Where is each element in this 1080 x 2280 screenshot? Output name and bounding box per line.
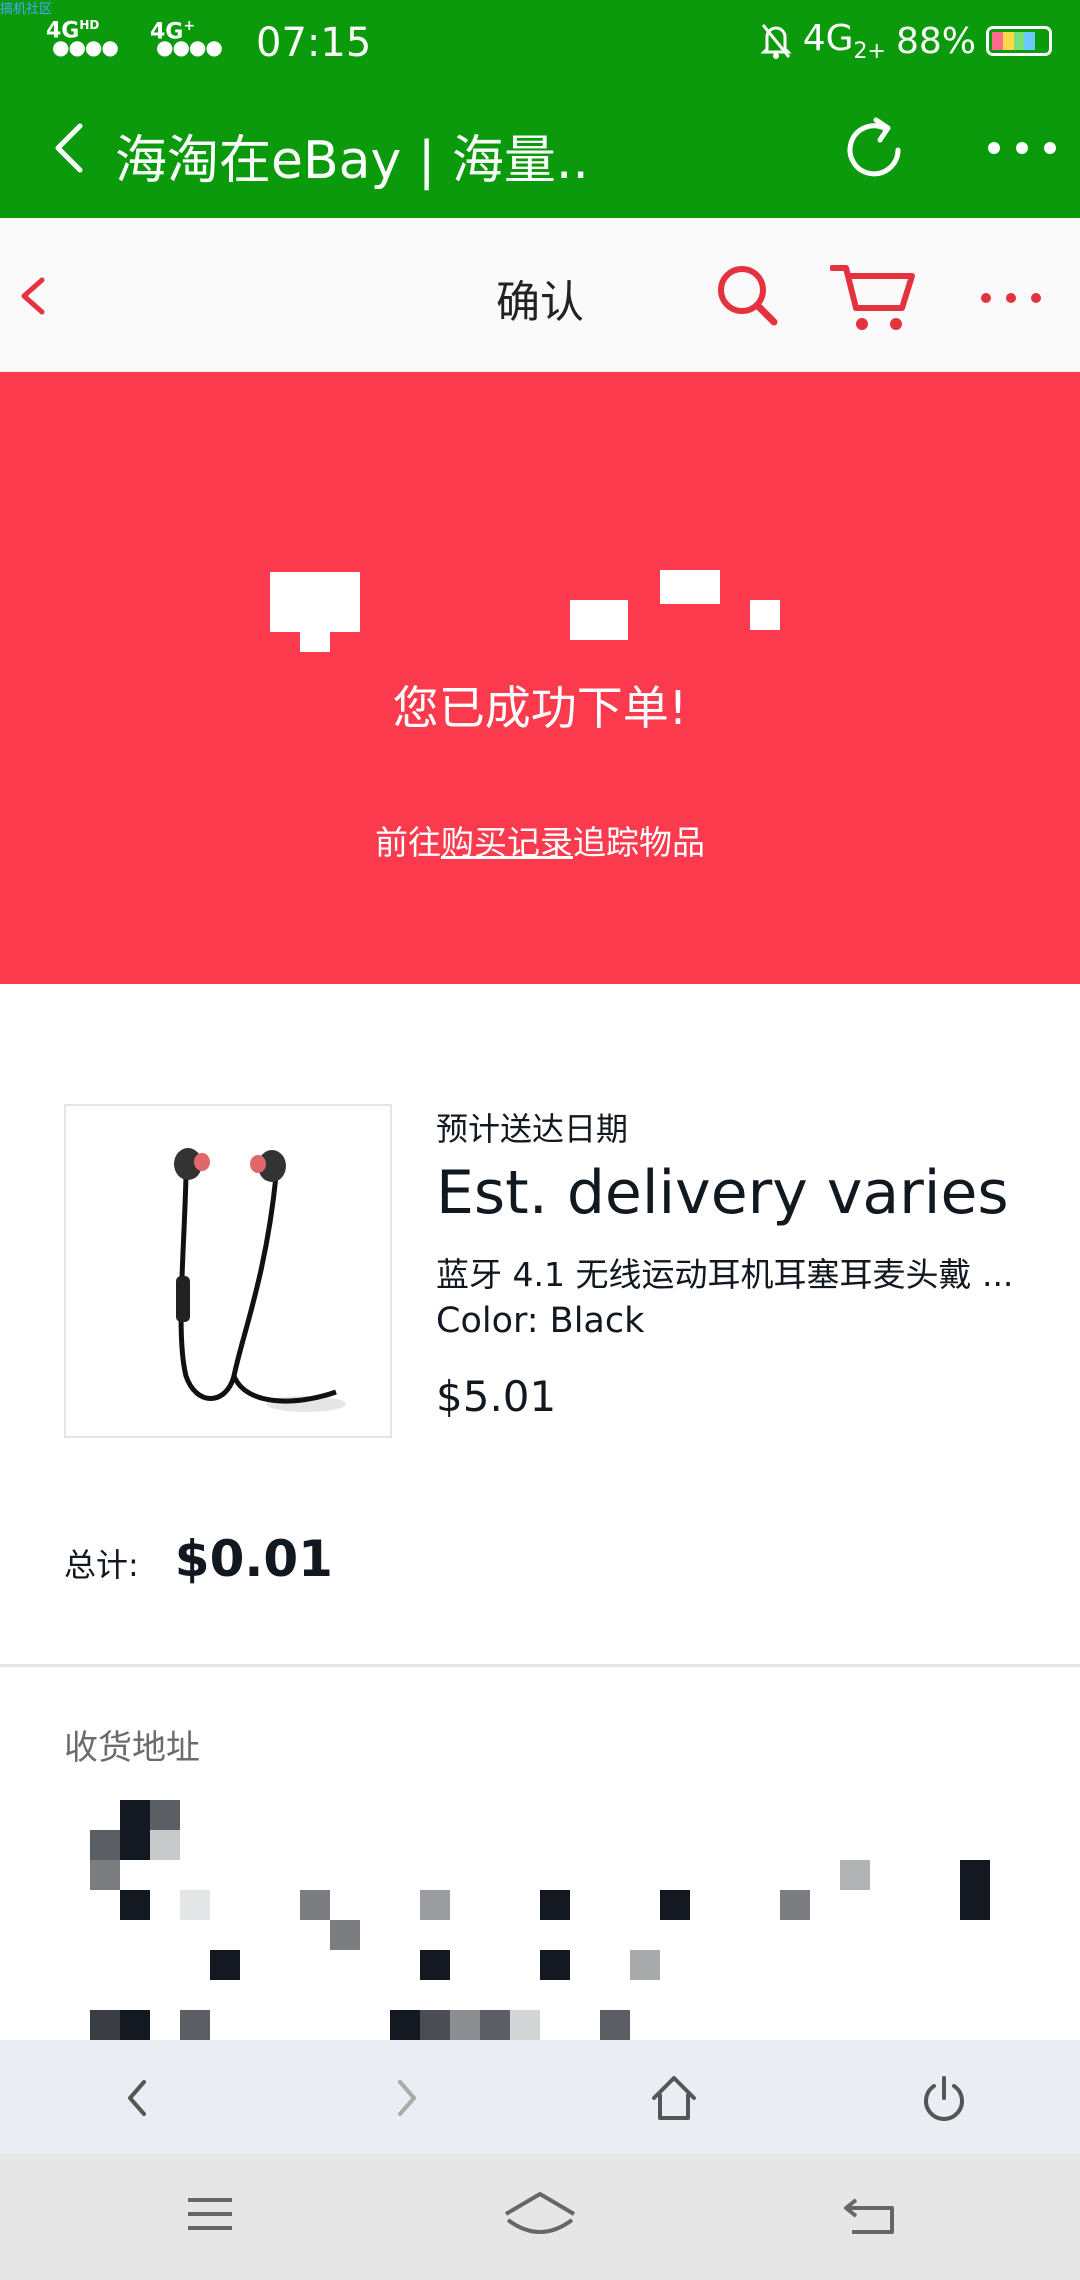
signal-dots-1: ●●●● — [52, 35, 119, 59]
total-label: 总计: — [64, 1546, 139, 1584]
battery-icon — [986, 26, 1052, 57]
order-success-banner: 您已成功下单! 前往购买记录追踪物品 — [0, 372, 1080, 984]
power-icon[interactable] — [914, 2068, 974, 2128]
watermark: 搞机社区 — [0, 2, 53, 17]
redacted-block — [750, 600, 780, 630]
app-header: 确认 — [0, 218, 1080, 372]
eta-value: Est. delivery varies — [436, 1158, 1009, 1228]
redacted-block — [660, 570, 720, 604]
home-icon[interactable] — [644, 2068, 704, 2128]
browser-bar: 海淘在eBay | 海量.. — [0, 88, 1080, 218]
signal-dots-2: ●●●● — [156, 35, 223, 59]
forward-icon[interactable] — [376, 2068, 436, 2128]
back-icon[interactable] — [44, 118, 104, 178]
item-variant: Color: Black — [436, 1301, 645, 1341]
redacted-address — [0, 1790, 1080, 2040]
total-value: $0.01 — [174, 1530, 333, 1588]
network-indicator-3: 4G2+ — [802, 18, 886, 65]
success-message: 您已成功下单! — [392, 681, 688, 735]
item-price: $5.01 — [436, 1372, 557, 1421]
status-right-group: 4G2+ 88% — [759, 18, 1052, 64]
purchase-history-link[interactable]: 购买记录 — [441, 823, 573, 862]
browser-title: 海淘在eBay | 海量.. — [115, 131, 589, 191]
item-image[interactable] — [64, 1104, 392, 1438]
page-title: 确认 — [496, 277, 584, 328]
track-hint: 前往购买记录追踪物品 — [0, 816, 1080, 864]
track-hint-prefix: 前往 — [375, 823, 441, 862]
item-title[interactable]: 蓝牙 4.1 无线运动耳机耳塞耳麦头戴 ... — [436, 1252, 1036, 1298]
refresh-icon[interactable] — [838, 114, 910, 186]
more-icon[interactable] — [978, 286, 1044, 310]
divider — [0, 1664, 1080, 1667]
more-icon[interactable] — [984, 136, 1060, 160]
eta-label: 预计送达日期 — [436, 1110, 629, 1148]
battery-percent: 88% — [895, 20, 976, 62]
item-info: 预计送达日期 Est. delivery varies 蓝牙 4.1 无线运动耳… — [436, 1104, 1056, 1421]
menu-icon[interactable] — [180, 2190, 240, 2240]
back-return-icon[interactable] — [840, 2190, 900, 2240]
search-icon[interactable] — [714, 262, 780, 328]
earphones-image-icon — [86, 1126, 370, 1416]
order-total: 总计: $0.01 — [64, 1530, 333, 1588]
bell-off-icon — [760, 24, 792, 60]
redacted-block — [570, 600, 628, 640]
shipping-address-label: 收货地址 — [64, 1728, 200, 1768]
cart-icon[interactable] — [830, 262, 916, 334]
browser-toolbar — [0, 2040, 1080, 2154]
system-navigation — [0, 2154, 1080, 2280]
clock: 07:15 — [256, 20, 372, 66]
back-icon[interactable] — [108, 2068, 168, 2128]
status-bar: 搞机社区 4GHD ●●●● 4G+ ●●●● 07:15 4G2+ 88% — [0, 0, 1080, 88]
home-icon[interactable] — [500, 2190, 580, 2240]
track-hint-suffix: 追踪物品 — [573, 823, 705, 862]
redacted-block — [300, 572, 330, 652]
